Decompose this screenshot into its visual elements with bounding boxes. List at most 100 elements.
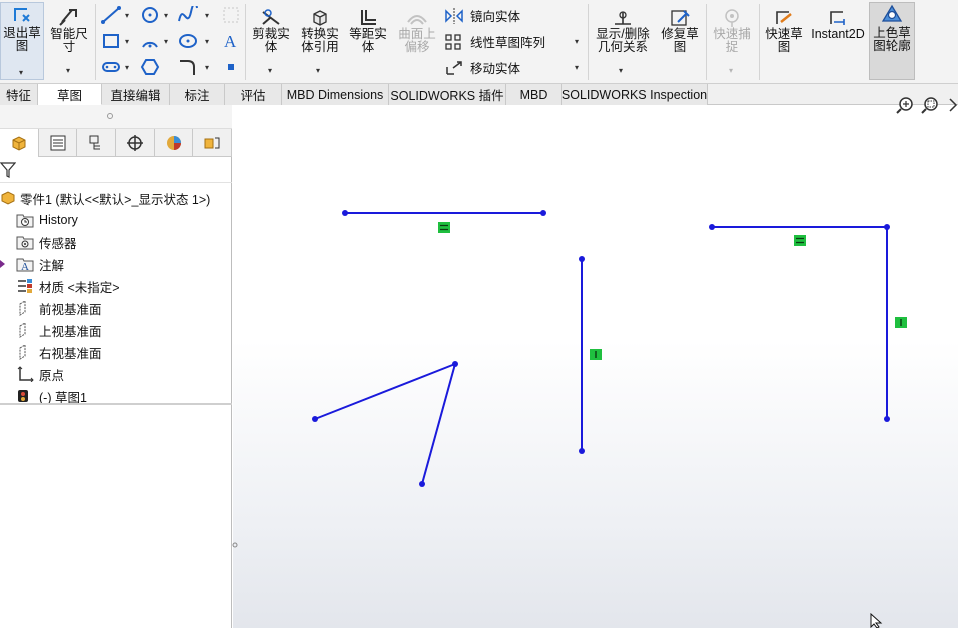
convert-dropdown-arrow[interactable]: ▾ — [316, 66, 320, 75]
tree-item-right-plane[interactable]: 右视基准面 — [16, 341, 102, 363]
tab-solidworks-addins[interactable]: SOLIDWORKS 插件 — [389, 84, 506, 105]
arc-dropdown-arrow[interactable]: ▾ — [164, 37, 168, 46]
tab-mbd-dimensions[interactable]: MBD Dimensions — [282, 84, 389, 105]
polygon-icon[interactable] — [138, 56, 162, 78]
filter-icon[interactable] — [0, 161, 16, 179]
slot-icon[interactable] — [99, 56, 123, 78]
tree-item-annotations[interactable]: A 注解 — [0, 253, 64, 275]
quick-snaps-button[interactable]: 快速捕 捉 — [709, 8, 755, 54]
tree-item-top-plane[interactable]: 上视基准面 — [16, 319, 102, 341]
tab-display-manager[interactable] — [155, 129, 194, 157]
display-delete-relations-button[interactable]: 显示/删除 几何关系 — [592, 8, 654, 54]
point-icon[interactable] — [219, 56, 243, 78]
fillet-dropdown-arrow[interactable]: ▾ — [205, 63, 209, 72]
tree-item-material[interactable]: 材质 <未指定> — [16, 275, 120, 297]
sketch-icon — [18, 390, 28, 402]
offset-on-surface-button[interactable]: 曲面上 偏移 — [395, 8, 439, 54]
smart-dimension-dropdown-arrow[interactable]: ▾ — [66, 66, 70, 75]
fillet-icon[interactable] — [176, 56, 200, 78]
zoom-to-fit-icon[interactable] — [896, 97, 913, 114]
panel-collapse-handle[interactable] — [0, 105, 232, 129]
ribbon-separator — [706, 4, 707, 80]
tab-markup[interactable]: 标注 — [170, 84, 225, 105]
zoom-to-area-icon[interactable] — [921, 97, 938, 114]
smart-dimension-button[interactable]: 智能尺 寸 — [47, 6, 91, 54]
sketch-canvas[interactable] — [233, 105, 958, 628]
circle-icon[interactable] — [138, 4, 162, 26]
sketch-line-horizontal-1[interactable] — [342, 210, 546, 216]
graphics-area[interactable] — [233, 97, 958, 628]
line-icon[interactable] — [99, 4, 123, 26]
tab-feature-tree[interactable] — [0, 129, 39, 157]
mirror-entities-label: 镜向实体 — [470, 10, 521, 24]
shaded-sketch-contours-button[interactable]: 上色草 图轮廓 — [869, 2, 915, 80]
linear-pattern-dropdown-arrow[interactable]: ▾ — [575, 37, 579, 46]
convert-entities-label: 转换实 体引用 — [301, 27, 339, 54]
tree-item-sensors[interactable]: 传感器 — [16, 231, 77, 253]
ellipse-dropdown-arrow[interactable]: ▾ — [205, 37, 209, 46]
linear-pattern-button[interactable]: 线性草图阵列 — [444, 32, 545, 51]
line-dropdown-arrow[interactable]: ▾ — [125, 11, 129, 20]
shaded-sketch-contours-icon — [881, 4, 903, 22]
mirror-entities-button[interactable]: 镜向实体 — [444, 6, 520, 25]
spline-dropdown-arrow[interactable]: ▾ — [205, 11, 209, 20]
tree-item-history[interactable]: History — [16, 209, 78, 231]
vertical-relation-badge[interactable] — [895, 317, 907, 328]
quick-snaps-dropdown-arrow[interactable]: ▾ — [729, 66, 733, 75]
trim-entities-button[interactable]: 剪裁实 体 — [249, 8, 293, 54]
offset-entities-label: 等距实 体 — [349, 27, 387, 54]
instant2d-button[interactable]: Instant2D — [810, 8, 866, 41]
text-icon[interactable]: A — [219, 30, 243, 52]
rapid-sketch-button[interactable]: 快速草 图 — [762, 8, 806, 54]
tab-features[interactable]: 特征 — [0, 84, 38, 105]
sketch-line-horizontal-2[interactable] — [709, 224, 887, 230]
plane-sketch-icon — [219, 4, 243, 26]
mouse-cursor-icon — [870, 613, 883, 628]
tab-dimxpert-manager[interactable] — [116, 129, 155, 157]
trim-dropdown-arrow[interactable]: ▾ — [268, 66, 272, 75]
relations-dropdown-arrow[interactable]: ▾ — [619, 66, 623, 75]
ellipse-icon[interactable] — [176, 30, 200, 52]
move-entities-dropdown-arrow[interactable]: ▾ — [575, 63, 579, 72]
tree-item-origin[interactable]: 原点 — [16, 363, 64, 385]
tree-item-front-plane[interactable]: 前视基准面 — [16, 297, 102, 319]
tab-mbd[interactable]: MBD — [506, 84, 562, 105]
sketch-line-angled-2[interactable] — [419, 361, 458, 487]
tab-cam-manager[interactable] — [193, 129, 233, 157]
repair-sketch-button[interactable]: 修复草 图 — [657, 8, 703, 54]
tree-item-label: 原点 — [39, 368, 65, 383]
tab-property-manager[interactable] — [39, 129, 78, 157]
arc-icon[interactable] — [138, 30, 162, 52]
convert-entities-button[interactable]: 转换实 体引用 — [297, 8, 343, 54]
spline-icon[interactable] — [176, 4, 200, 26]
tab-configuration-manager[interactable] — [77, 129, 117, 157]
horizontal-relation-badge[interactable] — [794, 235, 806, 246]
tree-item-label: 上视基准面 — [39, 324, 102, 339]
expand-arrow-icon[interactable] — [0, 260, 5, 268]
tab-solidworks-inspection[interactable]: SOLIDWORKS Inspection — [562, 84, 708, 105]
ribbon-separator — [588, 4, 589, 80]
horizontal-relation-badge[interactable] — [438, 222, 450, 233]
rectangle-icon[interactable] — [99, 30, 123, 52]
slot-dropdown-arrow[interactable]: ▾ — [125, 63, 129, 72]
quick-snaps-icon — [725, 9, 739, 27]
sketch-line-vertical-2[interactable] — [884, 224, 890, 422]
offset-entities-button[interactable]: 等距实 体 — [346, 8, 390, 54]
move-entities-button[interactable]: 移动实体 — [444, 58, 520, 77]
cam-manager-icon — [204, 137, 220, 149]
tab-direct-editing[interactable]: 直接编辑 — [102, 84, 170, 105]
circle-dropdown-arrow[interactable]: ▾ — [164, 11, 168, 20]
exit-sketch-dropdown-arrow[interactable]: ▾ — [19, 68, 23, 77]
previous-view-icon[interactable] — [949, 98, 958, 112]
instant2d-icon — [830, 11, 845, 25]
panel-resize-handle-icon[interactable] — [232, 540, 238, 550]
tab-sketch[interactable]: 草图 — [38, 84, 102, 105]
sketch-line-vertical-1[interactable] — [579, 256, 585, 454]
sketch-line-angled-1[interactable] — [312, 363, 456, 422]
tree-item-label: 前视基准面 — [39, 302, 102, 317]
tab-evaluate[interactable]: 评估 — [225, 84, 282, 105]
tree-item-label: 传感器 — [39, 236, 77, 251]
rectangle-dropdown-arrow[interactable]: ▾ — [125, 37, 129, 46]
tree-root-part[interactable]: 零件1 (默认<<默认>_显示状态 1>) — [0, 187, 210, 209]
vertical-relation-badge[interactable] — [590, 349, 602, 360]
